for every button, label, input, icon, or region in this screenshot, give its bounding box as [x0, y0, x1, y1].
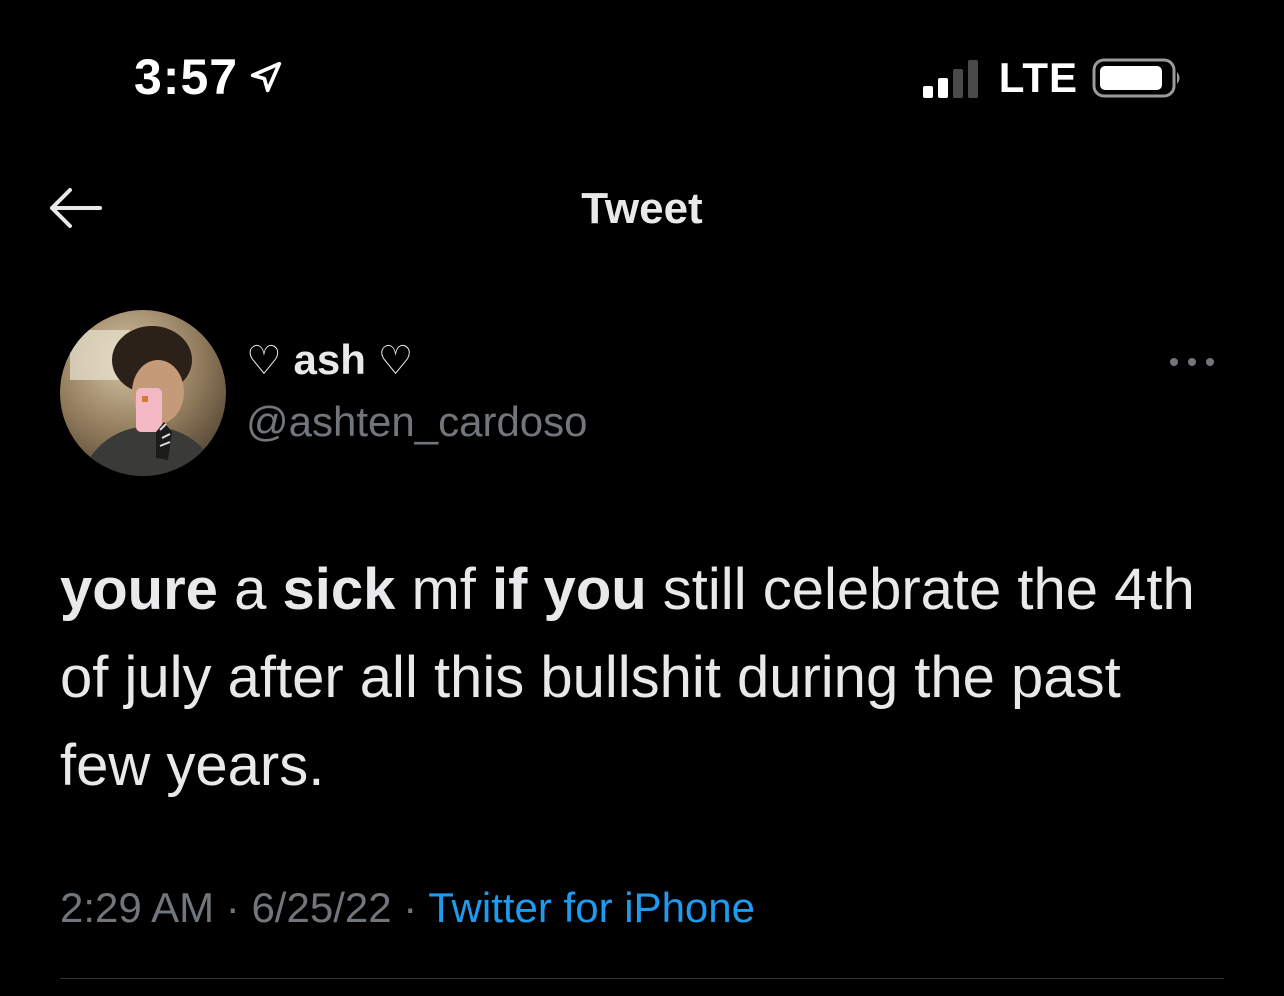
separator-dot: ·: [403, 884, 418, 931]
tweet-text-segment: a: [217, 557, 283, 622]
profile-photo: [60, 310, 226, 476]
author-handle[interactable]: @ashten_cardoso: [246, 398, 588, 446]
page-title: Tweet: [581, 184, 703, 233]
clock-time: 3:57: [134, 49, 239, 105]
more-options-button[interactable]: [1166, 350, 1218, 374]
location-arrow-icon: [246, 57, 286, 97]
heart-icon: ♡: [377, 338, 414, 384]
tweet-source-link[interactable]: Twitter for iPhone: [428, 884, 755, 931]
tweet-text: youre a sick mf if you still celebrate t…: [60, 546, 1224, 810]
status-bar-time: 3:57: [134, 48, 286, 106]
tweet-text-segment: if you: [492, 557, 647, 622]
divider: [60, 978, 1224, 979]
tweet-text-segment: mf: [395, 557, 493, 622]
tweet-text-segment: youre: [60, 557, 218, 622]
tweet-date[interactable]: 6/25/22: [251, 884, 391, 931]
network-type-label: LTE: [998, 54, 1078, 101]
battery-icon: [1092, 56, 1184, 100]
separator-dot: ·: [225, 884, 240, 931]
signal-bars-icon: [921, 56, 985, 100]
heart-icon: ♡: [246, 338, 282, 384]
tweet-time[interactable]: 2:29 AM: [60, 884, 214, 931]
author-display-name[interactable]: ♡ ash ♡: [246, 336, 413, 384]
ellipsis-icon: [1170, 358, 1214, 366]
avatar[interactable]: [60, 310, 226, 476]
tweet-text-segment: sick: [282, 557, 396, 622]
author-name: ash: [293, 336, 366, 383]
tweet-metadata: 2:29 AM · 6/25/22 · Twitter for iPhone: [60, 884, 755, 932]
status-bar-indicators: LTE: [921, 54, 1184, 102]
